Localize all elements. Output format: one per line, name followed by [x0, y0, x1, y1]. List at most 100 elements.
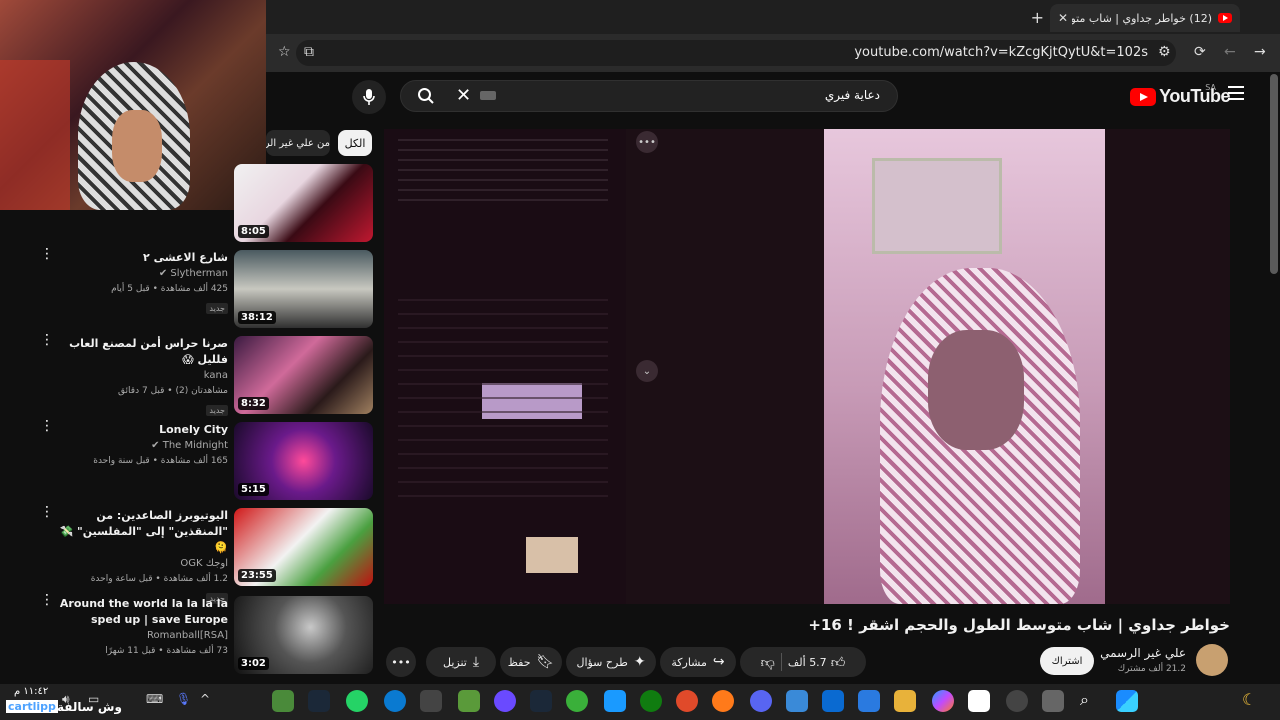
app-icon[interactable]	[786, 690, 808, 712]
steam-icon[interactable]	[530, 690, 552, 712]
chip-from-channel[interactable]: من علي غير الرسمي	[266, 130, 330, 156]
microphone-tray-icon[interactable]: 🎙︎	[176, 692, 191, 706]
channel-name[interactable]: Slytherman	[170, 268, 228, 279]
more-options-icon[interactable]: ⋮	[40, 505, 54, 519]
video-duration: 38:12	[238, 311, 276, 324]
air-conditioner	[872, 158, 1002, 254]
firefox-icon[interactable]	[712, 690, 734, 712]
share-button[interactable]: ↪ مشاركة	[660, 647, 736, 677]
more-options-icon[interactable]: ⋮	[40, 419, 54, 433]
channel-name[interactable]: The Midnight	[163, 440, 228, 451]
capcut-icon[interactable]	[420, 690, 442, 712]
app-icon[interactable]	[494, 690, 516, 712]
outlook-icon[interactable]	[822, 690, 844, 712]
url-text[interactable]: youtube.com/watch?v=kZcgKjtQytU&t=102s	[854, 45, 1148, 60]
capcut-icon[interactable]	[968, 690, 990, 712]
ask-button[interactable]: ✦ طرح سؤال	[566, 647, 656, 677]
reload-icon[interactable]: ⟳	[1194, 44, 1206, 60]
volume-icon[interactable]: 🔊︎	[62, 692, 70, 707]
watermark-text: وش سالفة :	[48, 700, 122, 714]
youtube-play-icon	[1130, 87, 1157, 106]
like-count: 5.7 ألف	[787, 655, 827, 669]
whatsapp-icon[interactable]	[346, 690, 368, 712]
ask-label: طرح سؤال	[576, 655, 628, 669]
steam-icon[interactable]	[308, 690, 330, 712]
more-options-icon[interactable]: ⋮	[40, 593, 54, 607]
logo-text: YouTube	[1159, 86, 1230, 106]
comment-image	[526, 537, 578, 573]
save-button[interactable]: 🔖︎ حفظ	[500, 647, 562, 677]
clock[interactable]: ١١:٤٢ م	[14, 686, 48, 697]
comment-list	[398, 299, 608, 499]
like-button[interactable]: 👍︎ 5.7 ألف	[788, 654, 845, 671]
video-title[interactable]: صرنا حراس أمن لمصنع العاب فلليل 😱	[56, 336, 228, 368]
chip-all[interactable]: الكل	[338, 130, 372, 156]
download-label: تنزيل	[442, 655, 467, 669]
dislike-button[interactable]: 👎︎	[761, 654, 775, 671]
scrollbar[interactable]	[1270, 74, 1278, 274]
channel-name[interactable]: اوجك OGK	[56, 556, 228, 572]
video-title[interactable]: اليوتيوبرز الصاعدين: من "المنقذين" إلى "…	[56, 508, 228, 556]
more-options-icon[interactable]: ⋮	[40, 247, 54, 261]
region-label: SA	[1205, 83, 1216, 92]
forward-icon[interactable]: →	[1254, 44, 1266, 60]
list-item[interactable]: 8:32 صرنا حراس أمن لمصنع العاب فلليل 😱 k…	[0, 333, 376, 418]
video-title[interactable]: Lonely City	[56, 422, 228, 438]
launcher-icon[interactable]	[566, 690, 588, 712]
list-item[interactable]: 3:02 Around the world la la la la sped u…	[0, 593, 376, 678]
install-app-icon[interactable]: ⧉	[304, 44, 314, 60]
more-options-icon[interactable]: ⋮	[40, 333, 54, 347]
download-button[interactable]: ⤓ تنزيل	[426, 647, 496, 677]
copilot-icon[interactable]	[932, 690, 954, 712]
search-box[interactable]	[400, 80, 898, 112]
chrome-icon[interactable]	[676, 690, 698, 712]
chrome-icon[interactable]	[272, 690, 294, 712]
keyboard-icon[interactable]: ⌨	[146, 692, 163, 706]
search-input[interactable]: دعاية فيري	[825, 88, 880, 102]
file-explorer-icon[interactable]	[894, 690, 916, 712]
new-tab-icon[interactable]: +	[1031, 8, 1044, 27]
video-meta: 165 ألف مشاهدة • قبل سنة واحدة	[93, 456, 228, 466]
more-actions-button[interactable]: •••	[386, 647, 416, 677]
back-icon[interactable]: ←	[1224, 44, 1236, 60]
bookmark-star-icon[interactable]: ☆	[278, 44, 291, 60]
search-icon[interactable]: ⌕	[1080, 690, 1089, 710]
discord-icon[interactable]	[750, 690, 772, 712]
close-tab-icon[interactable]: ✕	[1058, 11, 1068, 25]
start-icon[interactable]	[1116, 690, 1138, 712]
edge-icon[interactable]	[384, 690, 406, 712]
browser-tab[interactable]: (12) خواطر جداوي | شاب متوسط ✕	[1050, 4, 1240, 32]
video-title: خواطر جداوي | شاب متوسط الطول والحجم اشق…	[808, 616, 1230, 634]
more-options-icon[interactable]: •••	[636, 131, 658, 153]
channel-name[interactable]: علي غير الرسمي	[1100, 646, 1186, 660]
video-title[interactable]: Around the world la la la la sped up | s…	[56, 596, 228, 628]
store-icon[interactable]	[858, 690, 880, 712]
keyboard-icon[interactable]	[480, 91, 496, 100]
streamer-handle: cartlipp	[6, 700, 58, 713]
search-button[interactable]	[406, 80, 446, 112]
video-title[interactable]: شارع الاعشى ٢	[56, 250, 228, 266]
clear-search-icon[interactable]: ✕	[456, 85, 471, 106]
chevron-down-icon[interactable]: ⌄	[636, 360, 658, 382]
hamburger-menu-icon[interactable]	[1228, 86, 1244, 100]
list-item[interactable]: 5:15 Lonely City The Midnight ✔ 165 ألف …	[0, 419, 376, 504]
video-person-face	[928, 330, 1024, 450]
chevron-up-icon[interactable]: ^	[200, 692, 210, 706]
voice-search-button[interactable]	[352, 80, 386, 114]
battery-icon[interactable]: ▭	[88, 692, 99, 706]
subscribe-button[interactable]: اشتراك	[1040, 647, 1094, 675]
channel-name[interactable]: kana	[56, 368, 228, 384]
task-view-icon[interactable]	[1042, 690, 1064, 712]
obs-icon[interactable]	[1006, 690, 1028, 712]
channel-name[interactable]: Romanball[RSA]	[56, 628, 228, 644]
app-icon[interactable]	[604, 690, 626, 712]
list-item[interactable]: 23:55 اليوتيوبرز الصاعدين: من "المنقذين"…	[0, 505, 376, 604]
moon-icon[interactable]: ☾	[1242, 690, 1256, 709]
list-item[interactable]: 8:05	[0, 164, 376, 246]
more-horizontal-icon: •••	[391, 655, 411, 669]
xbox-icon[interactable]	[640, 690, 662, 712]
list-item[interactable]: 38:12 شارع الاعشى ٢ Slytherman ✔ 425 ألف…	[0, 247, 376, 332]
site-settings-icon[interactable]: ⚙	[1158, 44, 1171, 60]
minecraft-icon[interactable]	[458, 690, 480, 712]
channel-avatar[interactable]	[1196, 644, 1228, 676]
